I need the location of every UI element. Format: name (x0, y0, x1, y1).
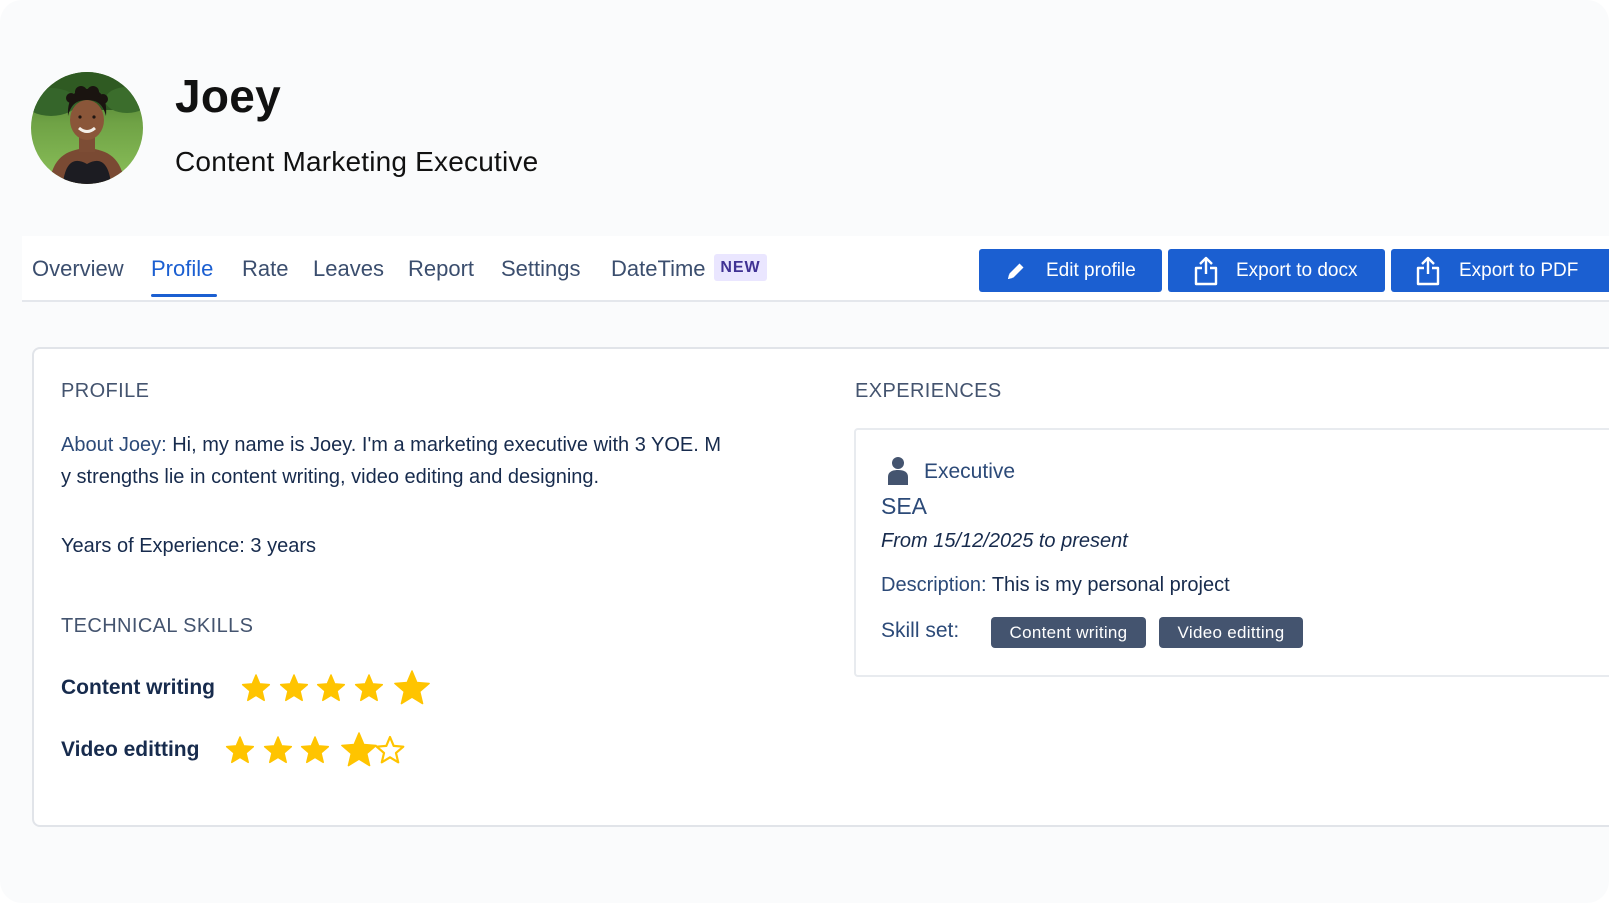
export-pdf-button[interactable]: Export to PDF (1391, 249, 1609, 292)
star-empty-icon (375, 735, 405, 764)
tab-leaves[interactable]: Leaves (313, 254, 384, 284)
avatar (31, 72, 143, 184)
share-export-icon (1193, 249, 1219, 292)
star-filled-icon (394, 670, 430, 705)
new-badge: NEW (714, 254, 767, 281)
yoe-label: Years of Experience (61, 535, 240, 557)
skill-name-video-editting: Video editting (61, 738, 200, 761)
about-line-2: y strengths lie in content writing, vide… (61, 466, 600, 488)
star-filled-icon (279, 674, 308, 702)
profile-job-title: Content Marketing Executive (175, 146, 539, 177)
edit-profile-label: Edit profile (1046, 260, 1136, 281)
profile-name: Joey (175, 70, 282, 122)
tab-settings[interactable]: Settings (501, 254, 581, 284)
profile-heading: PROFILE (61, 380, 150, 402)
star-filled-icon (225, 736, 255, 764)
share-export-icon (1415, 249, 1441, 292)
years-of-experience: Years of Experience: 3 years (61, 535, 316, 557)
about-label: About Joey (61, 434, 162, 456)
tab-datetime[interactable]: DateTime (611, 254, 706, 284)
experience-period: From 15/12/2025 to present (881, 530, 1128, 552)
tab-rate[interactable]: Rate (242, 254, 288, 284)
skill-tag: Content writing (991, 617, 1146, 648)
tab-overview[interactable]: Overview (32, 254, 124, 284)
tab-report[interactable]: Report (408, 254, 474, 284)
pencil-icon (1005, 249, 1027, 292)
experience-description: Description: This is my personal project (881, 574, 1230, 596)
experience-company: SEA (881, 493, 928, 519)
active-tab-indicator (151, 294, 217, 297)
star-filled-icon (263, 736, 292, 764)
about-line-1: Hi, my name is Joey. I'm a marketing exe… (172, 434, 722, 456)
export-docx-label: Export to docx (1236, 260, 1358, 281)
technical-skills-heading: TECHNICAL SKILLS (61, 615, 254, 637)
star-filled-icon (316, 674, 346, 702)
skill-tag: Video editting (1159, 617, 1303, 648)
tab-profile[interactable]: Profile (151, 254, 213, 284)
experiences-heading: EXPERIENCES (855, 380, 1002, 402)
star-filled-icon (241, 674, 271, 702)
export-pdf-label: Export to PDF (1459, 260, 1579, 281)
about-text: About Joey: Hi, my name is Joey. I'm a m… (61, 434, 722, 488)
yoe-value: 3 years (250, 535, 316, 557)
experience-role: Executive (924, 460, 1016, 483)
skill-set-label: Skill set: (881, 619, 960, 642)
skill-name-content-writing: Content writing (61, 676, 215, 699)
edit-profile-button[interactable]: Edit profile (979, 249, 1162, 292)
export-docx-button[interactable]: Export to docx (1168, 249, 1385, 292)
star-filled-icon (300, 736, 330, 764)
person-icon (887, 456, 909, 491)
star-filled-icon (354, 674, 383, 702)
description-label: Description (881, 574, 982, 596)
description-text: This is my personal project (991, 574, 1230, 596)
star-filled-icon (340, 732, 377, 767)
profile-page: Joey Content Marketing Executive Overvie… (0, 0, 1609, 903)
